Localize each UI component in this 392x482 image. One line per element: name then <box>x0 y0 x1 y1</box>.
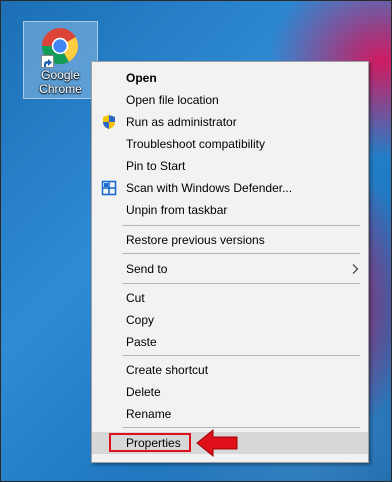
menu-item-cut[interactable]: Cut <box>92 287 368 309</box>
menu-item-label: Create shortcut <box>126 363 209 377</box>
menu-item-label: Cut <box>126 291 145 305</box>
menu-item-label: Troubleshoot compatibility <box>126 137 265 151</box>
menu-item-label: Paste <box>126 335 157 349</box>
menu-item-label: Open <box>126 71 157 85</box>
menu-item-unpin-from-taskbar[interactable]: Unpin from taskbar <box>92 199 368 221</box>
menu-item-properties[interactable]: Properties <box>92 428 368 458</box>
menu-item-label: Run as administrator <box>126 115 237 129</box>
menu-item-pin-to-start[interactable]: Pin to Start <box>92 155 368 177</box>
desktop-icon-label-line1: Google <box>41 68 80 82</box>
menu-item-scan-with-windows-defender[interactable]: Scan with Windows Defender... <box>92 177 368 199</box>
red-arrow-icon <box>196 428 238 458</box>
uac-shield-icon <box>103 115 115 129</box>
menu-item-open[interactable]: Open <box>92 67 368 89</box>
desktop-shortcut-google-chrome[interactable]: Google Chrome <box>23 21 98 99</box>
menu-item-restore-previous-versions[interactable]: Restore previous versions <box>92 229 368 251</box>
menu-item-label: Restore previous versions <box>126 233 265 247</box>
menu-item-create-shortcut[interactable]: Create shortcut <box>92 359 368 381</box>
menu-separator <box>122 283 360 284</box>
menu-item-delete[interactable]: Delete <box>92 381 368 403</box>
desktop-icon-label: Google Chrome <box>24 68 97 96</box>
menu-item-label: Open file location <box>126 93 219 107</box>
chevron-right-icon <box>352 264 359 274</box>
menu-item-label: Pin to Start <box>126 159 186 173</box>
menu-item-label: Delete <box>126 385 161 399</box>
menu-item-rename[interactable]: Rename <box>92 403 368 425</box>
windows-defender-icon <box>101 180 117 196</box>
menu-item-troubleshoot-compatibility[interactable]: Troubleshoot compatibility <box>92 133 368 155</box>
menu-item-copy[interactable]: Copy <box>92 309 368 331</box>
menu-item-label: Unpin from taskbar <box>126 203 228 217</box>
menu-item-open-file-location[interactable]: Open file location <box>92 89 368 111</box>
desktop-icon-label-line2: Chrome <box>39 82 82 96</box>
menu-item-label: Copy <box>126 313 155 327</box>
menu-separator <box>122 427 360 428</box>
shortcut-arrow-icon <box>41 55 54 68</box>
menu-item-paste[interactable]: Paste <box>92 331 368 353</box>
menu-item-send-to[interactable]: Send to <box>92 258 368 280</box>
menu-separator <box>122 253 360 254</box>
desktop-screenshot: Google Chrome Open Open file location Ru… <box>0 0 392 482</box>
menu-item-run-as-administrator[interactable]: Run as administrator <box>92 111 368 133</box>
menu-separator <box>122 225 360 226</box>
context-menu: Open Open file location Run as administr… <box>91 61 369 463</box>
highlight-box <box>109 433 191 452</box>
menu-separator <box>122 355 360 356</box>
menu-item-label: Send to <box>126 262 168 276</box>
menu-item-label: Scan with Windows Defender... <box>126 181 293 195</box>
menu-item-label: Rename <box>126 407 172 421</box>
